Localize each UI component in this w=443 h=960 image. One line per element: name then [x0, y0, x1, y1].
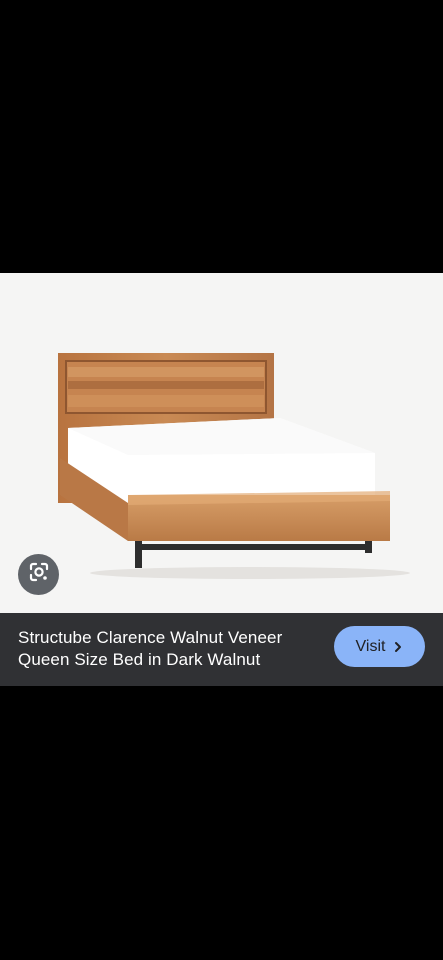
product-image[interactable] — [0, 273, 443, 613]
product-title[interactable]: Structube Clarence Walnut Veneer Queen S… — [18, 627, 323, 671]
bed-illustration — [58, 353, 410, 579]
visit-button-label: Visit — [355, 637, 386, 655]
google-lens-icon — [28, 561, 50, 588]
visit-button[interactable]: Visit — [334, 626, 425, 667]
result-caption-bar: Structube Clarence Walnut Veneer Queen S… — [0, 613, 443, 686]
chevron-right-icon — [393, 641, 403, 653]
google-lens-button[interactable] — [18, 554, 59, 595]
screen: Structube Clarence Walnut Veneer Queen S… — [0, 0, 443, 960]
